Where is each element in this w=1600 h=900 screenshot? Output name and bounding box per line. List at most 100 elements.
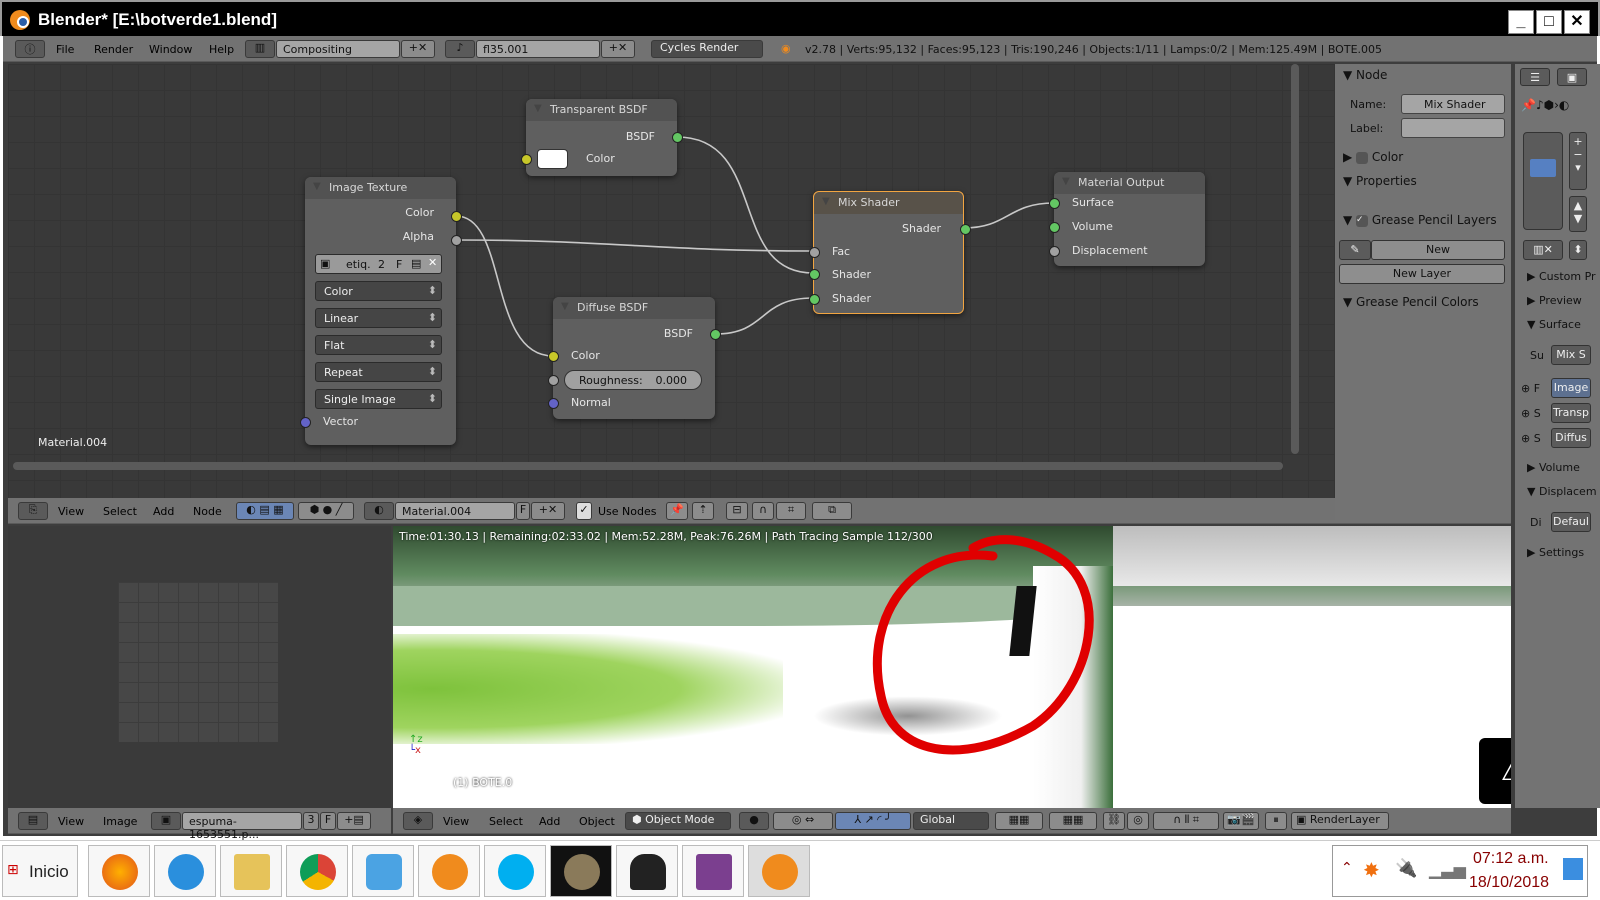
menu-image[interactable]: Image bbox=[103, 815, 137, 828]
node-name-field[interactable]: Mix Shader bbox=[1401, 94, 1505, 114]
color-checkbox[interactable] bbox=[1356, 151, 1369, 164]
minimize-button[interactable]: _ bbox=[1508, 10, 1534, 34]
output-bsdf-socket[interactable] bbox=[710, 329, 721, 340]
color-panel-header[interactable]: ▶ Color bbox=[1343, 150, 1403, 164]
section-surface[interactable]: ▼ Surface bbox=[1527, 318, 1581, 331]
menu-help[interactable]: Help bbox=[209, 43, 234, 56]
avast-icon[interactable]: ✸ bbox=[1363, 858, 1380, 882]
displacement-button[interactable]: Defaul bbox=[1551, 512, 1591, 532]
pencil-icon[interactable]: ✎ bbox=[1339, 240, 1371, 260]
material-fake-user[interactable]: F bbox=[516, 502, 530, 520]
shader1-input-button[interactable]: Transp bbox=[1551, 403, 1591, 423]
taskbar-explorer[interactable] bbox=[220, 845, 282, 897]
output-bsdf-socket[interactable] bbox=[672, 132, 683, 143]
snap-icon[interactable]: ∩ bbox=[752, 502, 774, 520]
proportional-edit-icon[interactable]: ◎ bbox=[1127, 812, 1149, 830]
render-opengl-buttons[interactable]: 📷🎬 bbox=[1223, 812, 1259, 830]
node-material-output[interactable]: Material Output Surface Volume Displacem… bbox=[1049, 172, 1205, 266]
scene-add-remove-button[interactable]: +✕ bbox=[601, 40, 635, 58]
editor-type-image-icon[interactable]: ▤ bbox=[18, 812, 48, 830]
parent-icon[interactable]: ⇡ bbox=[692, 502, 714, 520]
input-normal-socket[interactable] bbox=[548, 398, 559, 409]
node-mix-shader[interactable]: Mix Shader Shader Fac Shader Shader bbox=[809, 191, 971, 314]
section-settings[interactable]: ▶ Settings bbox=[1527, 546, 1584, 559]
taskbar-inkscape[interactable] bbox=[616, 845, 678, 897]
material-browse-icon[interactable]: ◐ bbox=[364, 502, 394, 520]
section-custom-props[interactable]: ▶ Custom Pr bbox=[1527, 270, 1596, 283]
taskbar-skype[interactable] bbox=[484, 845, 546, 897]
menu-add[interactable]: Add bbox=[539, 815, 560, 828]
color-space-select[interactable]: Color bbox=[315, 281, 442, 301]
menu-add[interactable]: Add bbox=[153, 505, 174, 518]
render-engine-select[interactable]: Cycles Render bbox=[651, 40, 763, 58]
node-diffuse-bsdf[interactable]: Diffuse BSDF BSDF Color Roughness: 0.000… bbox=[548, 297, 721, 419]
taskbar-firefox[interactable] bbox=[88, 845, 150, 897]
slot-add-remove-buttons[interactable]: + − ▾ bbox=[1569, 132, 1587, 190]
source-select[interactable]: Single Image bbox=[315, 389, 442, 409]
layers-grid-1[interactable]: ▦▦ bbox=[995, 812, 1043, 830]
grease-pencil-layers-header[interactable]: ▼ ✓ Grease Pencil Layers bbox=[1343, 213, 1497, 227]
section-displacement[interactable]: ▼ Displacem bbox=[1527, 485, 1597, 498]
menu-file[interactable]: File bbox=[56, 43, 74, 56]
input-vector-socket[interactable] bbox=[300, 417, 311, 428]
input-shader1-socket[interactable] bbox=[809, 269, 820, 280]
taskbar-media-player[interactable] bbox=[352, 845, 414, 897]
editor-type-properties-icon[interactable]: ☰ bbox=[1520, 68, 1550, 86]
copy-paste-icon[interactable]: ⧉ bbox=[812, 502, 852, 520]
clock-date[interactable]: 18/10/2018 bbox=[1469, 874, 1549, 892]
clock-time[interactable]: 07:12 a.m. bbox=[1473, 850, 1549, 868]
unlink-icon[interactable]: ✕ bbox=[428, 256, 437, 269]
signal-icon[interactable]: ▁▃▅ bbox=[1429, 860, 1466, 879]
backdrop-icon[interactable]: ⊟ bbox=[726, 502, 748, 520]
layers-grid-2[interactable]: ▦▦ bbox=[1049, 812, 1097, 830]
menu-object[interactable]: Object bbox=[579, 815, 615, 828]
taskbar-ie[interactable] bbox=[154, 845, 216, 897]
image-browse-icon[interactable]: ▣ bbox=[151, 812, 181, 830]
roughness-value[interactable]: 0.000 bbox=[656, 374, 688, 387]
menu-view[interactable]: View bbox=[58, 815, 84, 828]
menu-view[interactable]: View bbox=[443, 815, 469, 828]
menu-select[interactable]: Select bbox=[103, 505, 137, 518]
shader2-input-button[interactable]: Diffus bbox=[1551, 428, 1591, 448]
input-volume-socket[interactable] bbox=[1049, 222, 1060, 233]
show-hidden-icons[interactable]: ⌃ bbox=[1341, 860, 1353, 876]
input-surface-socket[interactable] bbox=[1049, 198, 1060, 209]
image-selector[interactable]: ▣ etiq. 2 F ▤ ✕ bbox=[315, 254, 442, 274]
output-shader-socket[interactable] bbox=[960, 224, 971, 235]
render-layer-field[interactable]: ▣ RenderLayer bbox=[1291, 812, 1389, 830]
screen-field[interactable]: Compositing bbox=[276, 40, 400, 58]
new-layer-button[interactable]: New Layer bbox=[1339, 264, 1505, 284]
color-swatch[interactable] bbox=[537, 149, 568, 169]
pin-icon[interactable]: 📌 bbox=[666, 502, 688, 520]
material-add-remove[interactable]: +✕ bbox=[531, 502, 565, 520]
material-slot-list[interactable] bbox=[1523, 132, 1563, 230]
menu-window[interactable]: Window bbox=[149, 43, 192, 56]
projection-select[interactable]: Flat bbox=[315, 335, 442, 355]
input-color-socket[interactable] bbox=[548, 351, 559, 362]
snap-buttons[interactable]: ∩ ⫴ ⌗ bbox=[1153, 812, 1219, 830]
node-editor[interactable]: Image Texture Color Alpha ▣ etiq. 2 F ▤ … bbox=[8, 64, 1335, 498]
node-panel-header[interactable]: ▼ Node bbox=[1343, 68, 1387, 82]
menu-select[interactable]: Select bbox=[489, 815, 523, 828]
input-fac-socket[interactable] bbox=[809, 247, 820, 258]
image-fake-user[interactable]: F bbox=[320, 812, 336, 830]
pause-render-icon[interactable]: ⏸ bbox=[1265, 812, 1287, 830]
open-folder-icon[interactable]: ▤ bbox=[411, 257, 421, 270]
start-button[interactable]: ⊞ Inicio bbox=[2, 845, 78, 897]
surface-shader-button[interactable]: Mix S bbox=[1551, 345, 1591, 365]
node-image-texture[interactable]: Image Texture Color Alpha ▣ etiq. 2 F ▤ … bbox=[300, 177, 462, 445]
render-tab-icon[interactable]: ▣ bbox=[1557, 68, 1587, 86]
taskbar-chrome[interactable] bbox=[286, 845, 348, 897]
shader-object-buttons[interactable]: ⬢ ● ╱ bbox=[298, 502, 354, 520]
viewport-shading-select[interactable]: ● bbox=[739, 812, 769, 830]
input-roughness-socket[interactable] bbox=[548, 375, 559, 386]
output-color-socket[interactable] bbox=[451, 211, 462, 222]
menu-node[interactable]: Node bbox=[193, 505, 222, 518]
scene-field[interactable]: fl35.001 bbox=[476, 40, 600, 58]
orientation-select[interactable]: Global bbox=[913, 812, 989, 830]
taskbar-blender[interactable] bbox=[748, 845, 810, 897]
menu-render[interactable]: Render bbox=[94, 43, 133, 56]
taskbar-settings[interactable] bbox=[418, 845, 480, 897]
input-displacement-socket[interactable] bbox=[1049, 246, 1060, 257]
node-label-field[interactable] bbox=[1401, 118, 1505, 138]
